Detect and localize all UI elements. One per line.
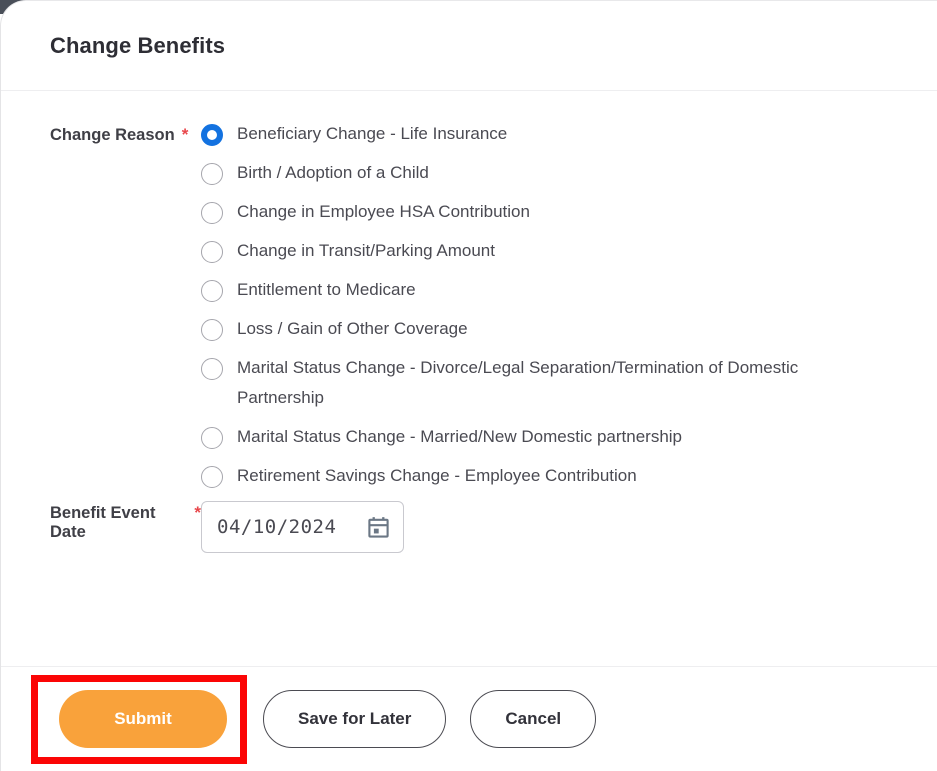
- radio-button-icon[interactable]: [201, 466, 223, 488]
- date-input-value: 04/10/2024: [217, 516, 337, 538]
- benefit-event-date-label-text: Benefit Event Date: [50, 504, 156, 541]
- radio-option-birth-adoption[interactable]: Birth / Adoption of a Child: [201, 162, 937, 188]
- submit-button[interactable]: Submit: [59, 689, 227, 748]
- radio-button-icon[interactable]: [201, 319, 223, 341]
- radio-option-label: Beneficiary Change - Life Insurance: [237, 124, 508, 143]
- radio-button-icon[interactable]: [201, 427, 223, 449]
- radio-option-label: Marital Status Change - Divorce/Legal Se…: [237, 358, 799, 407]
- radio-option-label: Birth / Adoption of a Child: [237, 163, 429, 182]
- submit-highlight-annotation: Submit: [31, 674, 247, 764]
- radio-button-icon[interactable]: [201, 202, 223, 224]
- modal-footer: Submit Save for Later Cancel: [1, 666, 937, 771]
- required-asterisk-icon: *: [181, 125, 189, 144]
- radio-option-label: Entitlement to Medicare: [237, 280, 416, 299]
- radio-option-marital-married[interactable]: Marital Status Change - Married/New Dome…: [201, 426, 937, 452]
- radio-option-label: Marital Status Change - Married/New Dome…: [237, 427, 683, 446]
- radio-option-transit-parking[interactable]: Change in Transit/Parking Amount: [201, 240, 937, 266]
- save-for-later-button[interactable]: Save for Later: [263, 690, 447, 748]
- radio-option-retirement-savings[interactable]: Retirement Savings Change - Employee Con…: [201, 465, 937, 491]
- page-title: Change Benefits: [50, 32, 226, 58]
- change-benefits-modal: Change Benefits Change Reason * Benefici…: [0, 0, 937, 771]
- radio-button-icon[interactable]: [201, 163, 223, 185]
- radio-button-icon[interactable]: [201, 280, 223, 302]
- change-reason-label: Change Reason *: [1, 123, 201, 145]
- radio-option-beneficiary-change[interactable]: Beneficiary Change - Life Insurance: [201, 123, 937, 149]
- benefit-event-date-field: Benefit Event Date * 04/10/2024: [1, 491, 937, 553]
- radio-option-other-coverage[interactable]: Loss / Gain of Other Coverage: [201, 318, 937, 344]
- radio-button-icon[interactable]: [201, 241, 223, 263]
- radio-option-hsa-contribution[interactable]: Change in Employee HSA Contribution: [201, 201, 937, 227]
- radio-option-label: Change in Employee HSA Contribution: [237, 202, 530, 221]
- modal-body: Change Reason * Beneficiary Change - Lif…: [1, 91, 937, 666]
- required-asterisk-icon: *: [194, 503, 201, 522]
- radio-button-icon[interactable]: [201, 124, 223, 146]
- change-reason-radio-group: Beneficiary Change - Life Insurance Birt…: [201, 123, 937, 491]
- radio-option-label: Loss / Gain of Other Coverage: [237, 319, 468, 338]
- date-input[interactable]: 04/10/2024: [201, 501, 404, 553]
- radio-option-medicare[interactable]: Entitlement to Medicare: [201, 279, 937, 305]
- radio-button-icon[interactable]: [201, 358, 223, 380]
- radio-option-label: Retirement Savings Change - Employee Con…: [237, 466, 637, 485]
- change-reason-label-text: Change Reason: [50, 126, 175, 144]
- radio-option-marital-divorce[interactable]: Marital Status Change - Divorce/Legal Se…: [201, 357, 937, 413]
- benefit-event-date-label: Benefit Event Date *: [1, 501, 201, 542]
- change-reason-field: Change Reason * Beneficiary Change - Lif…: [1, 91, 937, 491]
- cancel-button[interactable]: Cancel: [470, 690, 597, 748]
- radio-option-label: Change in Transit/Parking Amount: [237, 241, 495, 260]
- modal-header: Change Benefits: [1, 1, 937, 91]
- calendar-icon[interactable]: [367, 516, 390, 539]
